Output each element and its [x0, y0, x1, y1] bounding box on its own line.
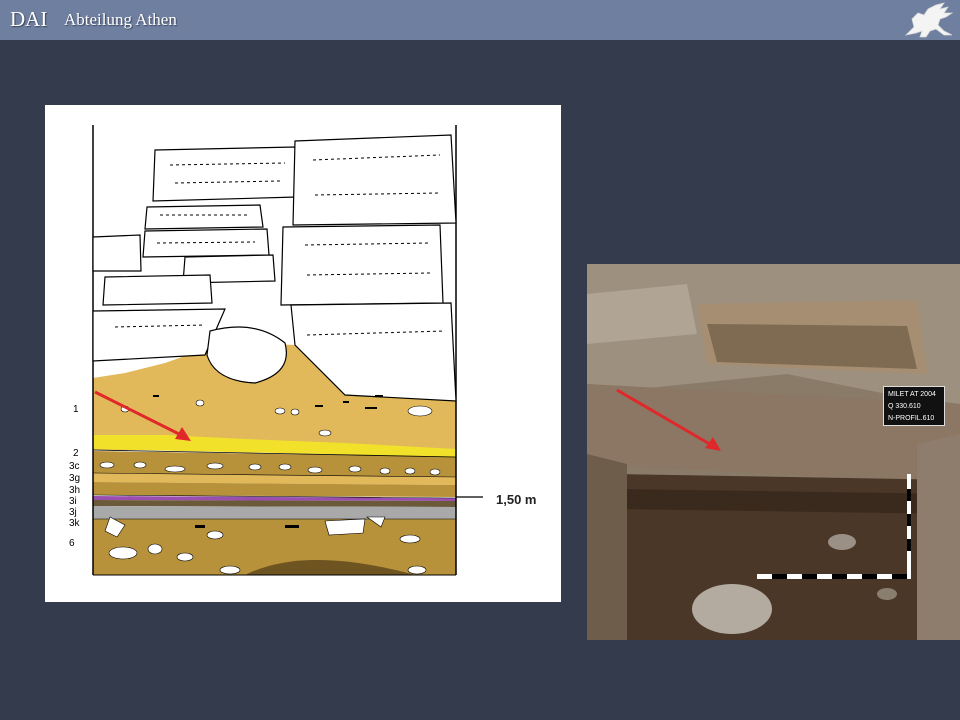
brand-text: DAI [10, 7, 48, 31]
stratigraphy-drawing: 1 2 3c 3g 3h 3i 3j 3k 6 1,50 m [45, 105, 561, 602]
excavation-photo: MILET AT 2004 Q 330.610 N-PROFIL.610 [587, 264, 960, 640]
layer-label: 6 [69, 538, 75, 549]
layer-label: 3g [69, 473, 81, 484]
layer-label: 2 [73, 448, 79, 459]
photo-label-board: MILET AT 2004 Q 330.610 N-PROFIL.610 [883, 386, 945, 426]
photo-label-line: N-PROFIL.610 [888, 415, 935, 422]
photo-label-line: Q 330.610 [888, 403, 921, 410]
layer-label: 3i [69, 496, 77, 507]
header-bar: DAI Abteilung Athen [0, 0, 960, 40]
layer-label: 3k [69, 518, 80, 529]
griffin-logo-icon [904, 2, 954, 38]
section-drawing-svg [92, 125, 483, 576]
depth-marker-label: 1,50 m [496, 492, 537, 507]
layer-label: 3h [69, 485, 81, 496]
photo-illustration [587, 264, 960, 640]
layer-label: 1 [73, 404, 79, 415]
layer-label: 3c [69, 461, 80, 472]
photo-label-line: MILET AT 2004 [888, 391, 936, 398]
department-text: Abteilung Athen [64, 10, 177, 29]
layer-label: 3j [69, 507, 77, 518]
